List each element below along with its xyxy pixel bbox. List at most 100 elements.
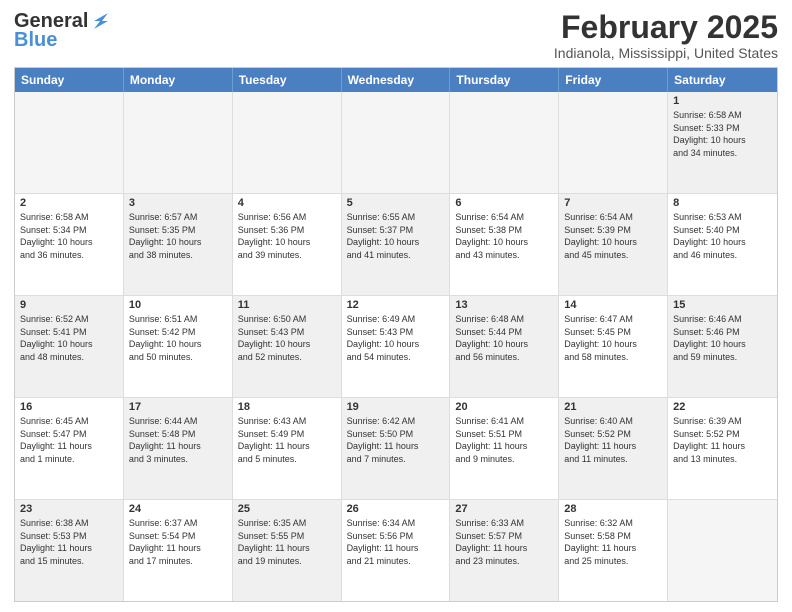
cal-cell-w1-d6: 8Sunrise: 6:53 AM Sunset: 5:40 PM Daylig… [668, 194, 777, 295]
cal-cell-w1-d2: 4 Sunrise: 6:56 AM Sunset: 5:36 PM Daylig… [233, 194, 342, 295]
cal-cell-w4-d4: 27Sunrise: 6:33 AM Sunset: 5:57 PM Dayli… [450, 500, 559, 601]
week-row-0: 1 Sunrise: 6:58 AM Sunset: 5:33 PM Daylig… [15, 92, 777, 194]
calendar-subtitle: Indianola, Mississippi, United States [554, 45, 778, 61]
cal-cell-w0-d4 [450, 92, 559, 193]
cal-cell-w1-d4: 6 Sunrise: 6:54 AM Sunset: 5:38 PM Daylig… [450, 194, 559, 295]
day-info: Sunrise: 6:51 AM Sunset: 5:42 PM Dayligh… [129, 313, 227, 363]
day-info: Sunrise: 6:52 AM Sunset: 5:41 PM Dayligh… [20, 313, 118, 363]
day-info: Sunrise: 6:42 AM Sunset: 5:50 PM Dayligh… [347, 415, 445, 465]
logo-icon [90, 11, 112, 33]
cal-cell-w2-d2: 11Sunrise: 6:50 AM Sunset: 5:43 PM Dayli… [233, 296, 342, 397]
cal-cell-w0-d5 [559, 92, 668, 193]
day-number: 15 [673, 299, 772, 311]
day-number: 10 [129, 299, 227, 311]
day-info: Sunrise: 6:56 AM Sunset: 5:36 PM Dayligh… [238, 211, 336, 261]
day-number: 28 [564, 503, 662, 515]
day-number: 6 [455, 197, 553, 209]
logo: General Blue [14, 10, 112, 52]
title-block: February 2025 Indianola, Mississippi, Un… [554, 10, 778, 61]
day-number: 22 [673, 401, 772, 413]
day-number: 5 [347, 197, 445, 209]
day-number: 7 [564, 197, 662, 209]
day-number: 1 [673, 95, 772, 107]
calendar: Sunday Monday Tuesday Wednesday Thursday… [14, 67, 778, 602]
day-info: Sunrise: 6:34 AM Sunset: 5:56 PM Dayligh… [347, 517, 445, 567]
cal-cell-w0-d2 [233, 92, 342, 193]
calendar-title: February 2025 [554, 10, 778, 45]
day-info: Sunrise: 6:32 AM Sunset: 5:58 PM Dayligh… [564, 517, 662, 567]
day-number: 20 [455, 401, 553, 413]
cal-cell-w4-d1: 24 Sunrise: 6:37 AM Sunset: 5:54 PM Dayli… [124, 500, 233, 601]
cal-cell-w2-d4: 13 Sunrise: 6:48 AM Sunset: 5:44 PM Dayli… [450, 296, 559, 397]
day-info: Sunrise: 6:39 AM Sunset: 5:52 PM Dayligh… [673, 415, 772, 465]
day-number: 18 [238, 401, 336, 413]
header-sunday: Sunday [15, 68, 124, 92]
day-info: Sunrise: 6:58 AM Sunset: 5:34 PM Dayligh… [20, 211, 118, 261]
cal-cell-w2-d0: 9 Sunrise: 6:52 AM Sunset: 5:41 PM Daylig… [15, 296, 124, 397]
day-info: Sunrise: 6:46 AM Sunset: 5:46 PM Dayligh… [673, 313, 772, 363]
day-info: Sunrise: 6:38 AM Sunset: 5:53 PM Dayligh… [20, 517, 118, 567]
cal-cell-w3-d6: 22 Sunrise: 6:39 AM Sunset: 5:52 PM Dayli… [668, 398, 777, 499]
header: General Blue February 2025 Indianola, Mi… [14, 10, 778, 61]
cal-cell-w4-d3: 26 Sunrise: 6:34 AM Sunset: 5:56 PM Dayli… [342, 500, 451, 601]
calendar-header: Sunday Monday Tuesday Wednesday Thursday… [15, 68, 777, 92]
cal-cell-w3-d2: 18 Sunrise: 6:43 AM Sunset: 5:49 PM Dayli… [233, 398, 342, 499]
day-number: 3 [129, 197, 227, 209]
logo-blue: Blue [14, 29, 57, 52]
day-info: Sunrise: 6:48 AM Sunset: 5:44 PM Dayligh… [455, 313, 553, 363]
day-number: 4 [238, 197, 336, 209]
day-info: Sunrise: 6:47 AM Sunset: 5:45 PM Dayligh… [564, 313, 662, 363]
day-info: Sunrise: 6:44 AM Sunset: 5:48 PM Dayligh… [129, 415, 227, 465]
day-info: Sunrise: 6:41 AM Sunset: 5:51 PM Dayligh… [455, 415, 553, 465]
day-number: 26 [347, 503, 445, 515]
cal-cell-w1-d1: 3 Sunrise: 6:57 AM Sunset: 5:35 PM Daylig… [124, 194, 233, 295]
day-info: Sunrise: 6:40 AM Sunset: 5:52 PM Dayligh… [564, 415, 662, 465]
day-number: 25 [238, 503, 336, 515]
cal-cell-w4-d6 [668, 500, 777, 601]
day-info: Sunrise: 6:54 AM Sunset: 5:38 PM Dayligh… [455, 211, 553, 261]
cal-cell-w1-d3: 5 Sunrise: 6:55 AM Sunset: 5:37 PM Daylig… [342, 194, 451, 295]
day-info: Sunrise: 6:43 AM Sunset: 5:49 PM Dayligh… [238, 415, 336, 465]
cal-cell-w0-d1 [124, 92, 233, 193]
week-row-2: 9 Sunrise: 6:52 AM Sunset: 5:41 PM Daylig… [15, 296, 777, 398]
cal-cell-w4-d2: 25Sunrise: 6:35 AM Sunset: 5:55 PM Dayli… [233, 500, 342, 601]
cal-cell-w0-d6: 1 Sunrise: 6:58 AM Sunset: 5:33 PM Daylig… [668, 92, 777, 193]
cal-cell-w2-d3: 12Sunrise: 6:49 AM Sunset: 5:43 PM Dayli… [342, 296, 451, 397]
cal-cell-w2-d5: 14 Sunrise: 6:47 AM Sunset: 5:45 PM Dayli… [559, 296, 668, 397]
day-number: 14 [564, 299, 662, 311]
page: General Blue February 2025 Indianola, Mi… [0, 0, 792, 612]
day-info: Sunrise: 6:49 AM Sunset: 5:43 PM Dayligh… [347, 313, 445, 363]
day-info: Sunrise: 6:55 AM Sunset: 5:37 PM Dayligh… [347, 211, 445, 261]
day-number: 8 [673, 197, 772, 209]
cal-cell-w3-d5: 21 Sunrise: 6:40 AM Sunset: 5:52 PM Dayli… [559, 398, 668, 499]
header-saturday: Saturday [668, 68, 777, 92]
cal-cell-w3-d1: 17 Sunrise: 6:44 AM Sunset: 5:48 PM Dayli… [124, 398, 233, 499]
cal-cell-w1-d0: 2 Sunrise: 6:58 AM Sunset: 5:34 PM Daylig… [15, 194, 124, 295]
day-number: 2 [20, 197, 118, 209]
cal-cell-w0-d0 [15, 92, 124, 193]
day-number: 23 [20, 503, 118, 515]
cal-cell-w1-d5: 7Sunrise: 6:54 AM Sunset: 5:39 PM Daylig… [559, 194, 668, 295]
header-friday: Friday [559, 68, 668, 92]
day-number: 24 [129, 503, 227, 515]
day-number: 11 [238, 299, 336, 311]
day-info: Sunrise: 6:37 AM Sunset: 5:54 PM Dayligh… [129, 517, 227, 567]
day-number: 21 [564, 401, 662, 413]
cal-cell-w4-d5: 28 Sunrise: 6:32 AM Sunset: 5:58 PM Dayli… [559, 500, 668, 601]
header-tuesday: Tuesday [233, 68, 342, 92]
cal-cell-w2-d6: 15 Sunrise: 6:46 AM Sunset: 5:46 PM Dayli… [668, 296, 777, 397]
calendar-body: 1 Sunrise: 6:58 AM Sunset: 5:33 PM Daylig… [15, 92, 777, 601]
day-number: 9 [20, 299, 118, 311]
header-thursday: Thursday [450, 68, 559, 92]
day-info: Sunrise: 6:58 AM Sunset: 5:33 PM Dayligh… [673, 109, 772, 159]
cal-cell-w3-d0: 16Sunrise: 6:45 AM Sunset: 5:47 PM Dayli… [15, 398, 124, 499]
day-number: 17 [129, 401, 227, 413]
cal-cell-w4-d0: 23 Sunrise: 6:38 AM Sunset: 5:53 PM Dayli… [15, 500, 124, 601]
header-wednesday: Wednesday [342, 68, 451, 92]
day-number: 19 [347, 401, 445, 413]
day-info: Sunrise: 6:57 AM Sunset: 5:35 PM Dayligh… [129, 211, 227, 261]
cal-cell-w3-d4: 20 Sunrise: 6:41 AM Sunset: 5:51 PM Dayli… [450, 398, 559, 499]
day-number: 27 [455, 503, 553, 515]
day-number: 13 [455, 299, 553, 311]
cal-cell-w3-d3: 19 Sunrise: 6:42 AM Sunset: 5:50 PM Dayli… [342, 398, 451, 499]
